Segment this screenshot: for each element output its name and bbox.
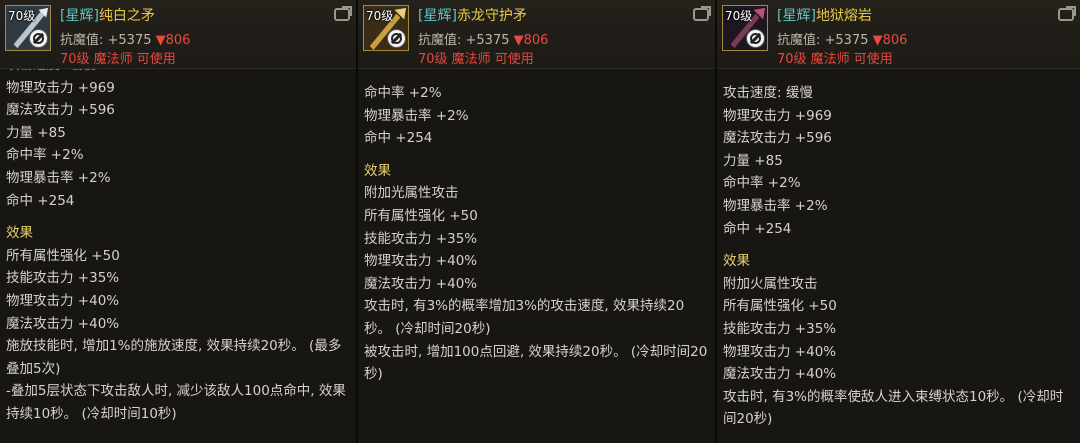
tooltip-header: 70级 [星辉]赤龙守护矛 抗魔值: +5375 ▼806 70级 魔法师 可使… [358,0,715,69]
unusable-icon [29,29,48,48]
share-icon[interactable] [693,6,711,21]
magic-resist-stat: 抗魔值: +5375 ▼806 [777,29,907,48]
effect-line: 魔法攻击力 +40% [723,366,837,383]
effect-line: -叠加5层状态下攻击敌人时, 减少该敌人100点命中, 效果持续10秒。 (冷却… [6,383,346,422]
tooltip-header: 70级 [星辉]纯白之矛 抗魔值: +5375 ▼806 70级 魔法师 可使用 [0,0,356,69]
effect-line: 攻击时, 有3%的概率使敌人进入束缚状态10秒。 (冷却时间20秒) [723,388,1064,428]
item-icon: 70级 [722,5,768,51]
hit-line: 命中 +254 [723,220,792,237]
effect-line: 物理攻击力 +40% [6,292,120,309]
item-title: [星辉]纯白之矛 [60,5,155,25]
hit-rate-line: 命中率 +2% [6,147,84,164]
phys-crit-line: 物理暴击率 +2% [364,107,469,124]
item-name: 赤龙守护矛 [456,8,527,24]
effect-line: 所有属性强化 +50 [6,247,120,264]
item-level: 70级 [725,9,753,23]
unusable-icon [746,29,765,48]
effect-line: 物理攻击力 +40% [723,343,837,360]
hit-rate-line: 命中率 +2% [723,175,801,192]
stat-decrease: ▼806 [513,33,549,48]
effect-line: 技能攻击力 +35% [6,270,120,287]
stat-decrease: ▼806 [155,33,191,48]
usable-requirement: 70级 魔法师 可使用 [60,52,176,67]
str-line: 力量 +85 [6,124,66,141]
usable-requirement: 70级 魔法师 可使用 [777,52,893,67]
effect-heading: 效果 [364,162,391,179]
effect-line: 所有属性强化 +50 [364,207,478,224]
effect-line: 被攻击时, 增加100点回避, 效果持续20秒。 (冷却时间20秒) [364,343,708,383]
item-icon: 70级 [5,5,51,51]
mag-atk-line: 魔法攻击力 +596 [6,102,115,119]
effect-heading: 效果 [723,253,750,270]
attack-speed-line: 攻击速度: 缓慢 [723,85,813,101]
tooltip-body: 命中率 +2% 物理暴击率 +2% 命中 +254 效果 附加光属性攻击 所有属… [364,82,709,386]
share-icon[interactable] [334,6,352,21]
tooltip-body: 攻击速度: 缓慢 物理攻击力 +969 魔法攻击力 +596 力量 +85 命中… [723,82,1074,431]
share-icon[interactable] [1058,6,1076,21]
item-name: 地狱熔岩 [815,8,872,24]
effect-line: 附加光属性攻击 [364,185,459,202]
phys-crit-line: 物理暴击率 +2% [723,197,828,214]
effect-line: 所有属性强化 +50 [723,298,837,315]
effect-line: 技能攻击力 +35% [723,320,837,337]
item-icon: 70级 [363,5,409,51]
phys-crit-line: 物理暴击率 +2% [6,169,111,186]
item-level: 70级 [366,9,394,23]
item-name: 纯白之矛 [98,8,155,24]
stat-value: 抗魔值: +5375 [418,33,510,48]
item-tag: [星辉] [60,8,99,24]
unusable-icon [387,29,406,48]
tooltip-body: 攻击速度: 缓慢 物理攻击力 +969 魔法攻击力 +596 力量 +85 命中… [6,57,350,426]
hit-line: 命中 +254 [6,192,75,209]
effect-line: 魔法攻击力 +40% [364,275,478,292]
effect-line: 物理攻击力 +40% [364,253,478,270]
usable-requirement: 70级 魔法师 可使用 [418,52,534,67]
item-tooltip-1: 攻击速度: 缓慢 物理攻击力 +969 魔法攻击力 +596 力量 +85 命中… [0,0,356,443]
item-tooltip-3: 攻击速度: 缓慢 物理攻击力 +969 魔法攻击力 +596 力量 +85 命中… [717,0,1080,443]
phys-atk-line: 物理攻击力 +969 [723,107,832,124]
item-title: [星辉]地狱熔岩 [777,5,872,25]
magic-resist-stat: 抗魔值: +5375 ▼806 [418,29,548,48]
hit-rate-line: 命中率 +2% [364,85,442,101]
tooltip-header: 70级 [星辉]地狱熔岩 抗魔值: +5375 ▼806 70级 魔法师 可使用 [717,0,1080,69]
str-line: 力量 +85 [723,152,783,169]
item-level: 70级 [8,9,36,23]
item-tooltip-2: 命中率 +2% 物理暴击率 +2% 命中 +254 效果 附加光属性攻击 所有属… [358,0,715,443]
phys-atk-line: 物理攻击力 +969 [6,79,115,96]
stat-value: 抗魔值: +5375 [60,33,152,48]
effect-line: 魔法攻击力 +40% [6,315,120,332]
effect-line: 附加火属性攻击 [723,275,818,292]
mag-atk-line: 魔法攻击力 +596 [723,130,832,147]
hit-line: 命中 +254 [364,130,433,147]
item-title: [星辉]赤龙守护矛 [418,5,527,25]
effect-heading: 效果 [6,225,33,242]
stat-value: 抗魔值: +5375 [777,33,869,48]
stat-decrease: ▼806 [872,33,908,48]
effect-line: 施放技能时, 增加1%的施放速度, 效果持续20秒。 (最多叠加5次) [6,338,342,377]
item-tag: [星辉] [418,8,457,24]
effect-line: 技能攻击力 +35% [364,230,478,247]
item-tag: [星辉] [777,8,816,24]
effect-line: 攻击时, 有3%的概率增加3%的攻击速度, 效果持续20秒。 (冷却时间20秒) [364,298,685,337]
magic-resist-stat: 抗魔值: +5375 ▼806 [60,29,190,48]
